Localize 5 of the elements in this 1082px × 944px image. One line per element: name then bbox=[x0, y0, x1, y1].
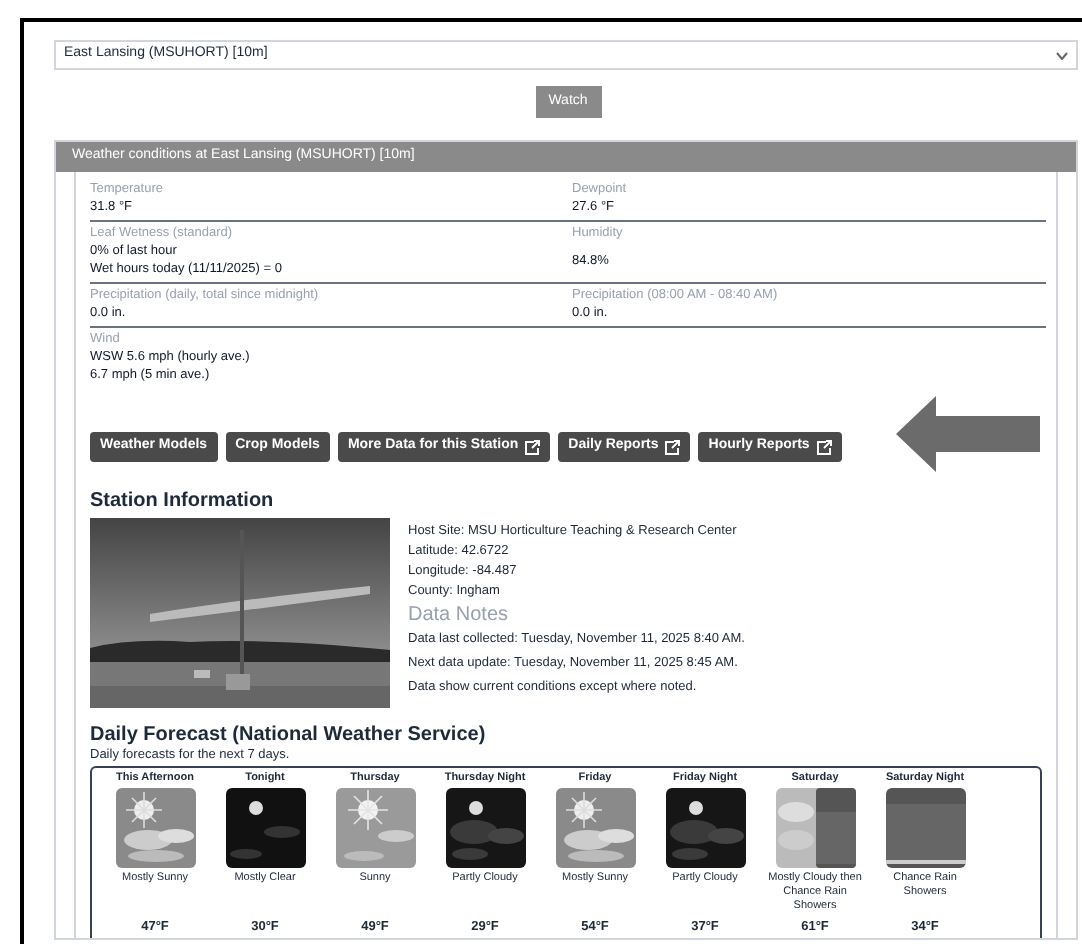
section-heading: Station Information bbox=[90, 490, 276, 514]
section-heading: Daily Forecast (National Weather Service) bbox=[90, 724, 488, 748]
arrow-icon bbox=[896, 396, 1040, 472]
notes-heading: Data Notes bbox=[408, 602, 511, 628]
caret-icon bbox=[1056, 51, 1068, 59]
